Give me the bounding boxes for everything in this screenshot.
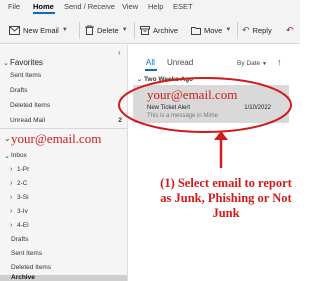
chevron-down-icon: ⌄: [3, 60, 9, 67]
folder-sent-items[interactable]: Sent Items: [0, 249, 127, 260]
ribbon-divider: [79, 22, 80, 39]
chevron-down-icon: ⌄: [4, 153, 10, 160]
sort-direction-icon[interactable]: ↑: [277, 57, 282, 67]
archive-label: Archive: [153, 25, 179, 35]
chevron-down-icon: ▼: [261, 61, 267, 67]
menu-help[interactable]: Help: [148, 2, 163, 11]
folder-sub-1[interactable]: › 1-Pr: [0, 165, 127, 176]
account-name: your@email.com: [11, 131, 102, 146]
reply-button[interactable]: ↶ Reply: [242, 23, 272, 37]
menu-home[interactable]: Home: [33, 2, 54, 11]
new-email-label: New Email: [23, 25, 59, 35]
message-item[interactable]: your@email.com New Ticket Alert 1/10/202…: [133, 85, 289, 123]
favorites-header[interactable]: ⌄ Favorites: [0, 57, 127, 68]
trash-icon: [85, 25, 94, 35]
folder-unread-mail[interactable]: Unread Mail 2: [0, 116, 127, 127]
chevron-down-icon: ⌄: [4, 134, 11, 143]
ribbon-toolbar: New Email ▼ Delete ▼ Archive Move ▼ ↶ Re…: [0, 14, 300, 44]
chevron-down-icon[interactable]: ▼: [62, 27, 68, 33]
ribbon-divider: [237, 22, 238, 39]
menu-bar: File Home Send / Receive View Help ESET: [0, 0, 300, 14]
account-header[interactable]: ⌄ your@email.com: [4, 131, 126, 147]
message-sender: your@email.com: [147, 87, 238, 102]
reply-all-button[interactable]: ↶: [286, 23, 297, 37]
delete-label: Delete: [97, 25, 119, 35]
folder-sub-5[interactable]: › 4-El: [0, 221, 127, 232]
group-header[interactable]: ⌄ Two Weeks Ago: [137, 76, 193, 83]
move-button[interactable]: Move ▼: [191, 23, 231, 37]
folder-sent-items-fav[interactable]: Sent Items: [0, 71, 127, 82]
message-subject: New Ticket Alert: [147, 105, 191, 111]
sort-dropdown[interactable]: By Date ▼: [237, 60, 267, 67]
folder-sub-2[interactable]: › 2-C: [0, 179, 127, 190]
unread-count: 2: [118, 117, 122, 124]
message-date: 1/10/2022: [244, 105, 271, 111]
reply-icon: ↶: [242, 24, 250, 35]
folder-deleted-items-fav[interactable]: Deleted Items: [0, 101, 127, 112]
ribbon-divider: [134, 22, 135, 39]
folder-sub-4[interactable]: › 3-Iv: [0, 207, 127, 218]
folder-pane: ‹ ⌄ Favorites Sent Items Drafts Deleted …: [0, 45, 128, 281]
folder-sub-3[interactable]: › 3-Si: [0, 193, 127, 204]
divider: [0, 128, 127, 129]
tab-unread[interactable]: Unread: [167, 58, 193, 67]
tab-all[interactable]: All: [146, 58, 155, 67]
chevron-right-icon: ›: [10, 222, 13, 229]
reply-label: Reply: [252, 25, 272, 35]
menu-send-receive[interactable]: Send / Receive: [64, 2, 115, 11]
menu-view[interactable]: View: [122, 2, 138, 11]
envelope-icon: [9, 25, 20, 35]
chevron-right-icon: ›: [10, 180, 13, 187]
chevron-down-icon: ⌄: [137, 77, 143, 83]
annotation-note: (1) Select email to report as Junk, Phis…: [160, 176, 292, 220]
archive-button[interactable]: Archive: [140, 23, 178, 37]
chevron-down-icon[interactable]: ▼: [122, 27, 128, 33]
new-email-button[interactable]: New Email ▼: [9, 23, 68, 37]
chevron-down-icon[interactable]: ▼: [225, 27, 231, 33]
folder-inbox[interactable]: ⌄ Inbox: [0, 151, 127, 162]
message-preview: This is a message in Mime: [147, 113, 219, 119]
message-list-pane: All Unread By Date ▼ ↑ ⌄ Two Weeks Ago yo…: [129, 45, 300, 281]
folder-drafts[interactable]: Drafts: [0, 235, 127, 246]
tab-indicator: [145, 69, 157, 71]
collapse-pane-icon[interactable]: ‹: [118, 48, 121, 57]
folder-deleted-items[interactable]: Deleted Items: [0, 263, 127, 274]
chevron-right-icon: ›: [10, 194, 13, 201]
move-label: Move: [204, 25, 223, 35]
folder-archive[interactable]: Archive: [0, 274, 127, 281]
delete-button[interactable]: Delete ▼: [85, 23, 128, 37]
menu-eset[interactable]: ESET: [173, 2, 193, 11]
chevron-right-icon: ›: [10, 166, 13, 173]
folder-drafts-fav[interactable]: Drafts: [0, 86, 127, 97]
folder-move-icon: [191, 26, 201, 35]
archive-icon: [140, 25, 150, 35]
reply-all-icon: ↶: [286, 24, 294, 35]
menu-file[interactable]: File: [8, 2, 20, 11]
chevron-right-icon: ›: [10, 208, 13, 215]
